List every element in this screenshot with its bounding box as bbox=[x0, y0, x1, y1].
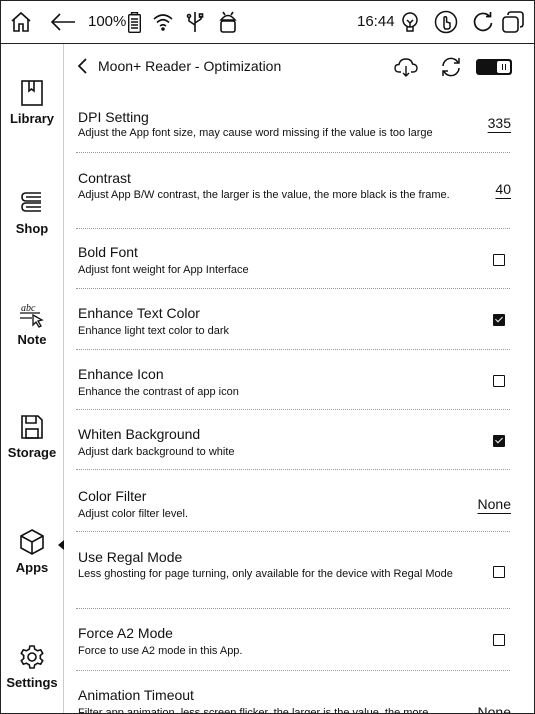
cloud-icon[interactable] bbox=[394, 55, 418, 79]
contrast-value[interactable]: 40 bbox=[495, 181, 511, 197]
setting-dpi[interactable]: DPI Setting Adjust the App font size, ma… bbox=[76, 90, 511, 153]
setting-description: Adjust App B/W contrast, the larger is t… bbox=[78, 189, 450, 201]
setting-regal-mode[interactable]: Use Regal Mode Less ghosting for page tu… bbox=[76, 532, 510, 609]
sidebar-item-storage[interactable]: Storage bbox=[0, 411, 64, 460]
setting-description: Enhance the contrast of app icon bbox=[78, 386, 239, 398]
setting-description: Adjust the App font size, may cause word… bbox=[78, 127, 433, 139]
sync-icon[interactable] bbox=[439, 55, 463, 79]
battery-percent: 100% bbox=[88, 13, 127, 30]
enhance-icon-checkbox[interactable] bbox=[493, 375, 505, 387]
setting-contrast[interactable]: Contrast Adjust App B/W contrast, the la… bbox=[76, 153, 511, 229]
page-header: Moon+ Reader - Optimization bbox=[64, 44, 535, 90]
touch-icon[interactable] bbox=[433, 9, 459, 35]
sidebar-item-shop[interactable]: Shop bbox=[0, 187, 64, 236]
wifi-icon bbox=[152, 12, 174, 32]
optimization-toggle[interactable] bbox=[476, 59, 512, 75]
note-icon: abc bbox=[16, 298, 48, 330]
battery-icon bbox=[127, 11, 141, 33]
active-indicator bbox=[58, 540, 64, 550]
animation-timeout-value[interactable]: None bbox=[478, 704, 511, 714]
whiten-background-checkbox[interactable] bbox=[493, 435, 505, 447]
setting-description: Enhance light text color to dark bbox=[78, 325, 230, 337]
force-a2-checkbox[interactable] bbox=[493, 634, 505, 646]
setting-title: Enhance Icon bbox=[78, 366, 164, 382]
apps-icon bbox=[16, 526, 48, 558]
android-icon bbox=[218, 10, 238, 34]
back-arrow-icon[interactable] bbox=[48, 9, 78, 35]
multitask-icon[interactable] bbox=[500, 9, 526, 35]
setting-title: Force A2 Mode bbox=[78, 625, 173, 641]
shop-icon bbox=[16, 187, 48, 219]
setting-title: Use Regal Mode bbox=[78, 549, 183, 565]
setting-title: Animation Timeout bbox=[78, 687, 194, 703]
home-icon[interactable] bbox=[8, 9, 34, 35]
setting-title: Bold Font bbox=[78, 244, 138, 260]
sidebar-item-label: Note bbox=[17, 332, 47, 347]
status-bar: 100% 16:44 bbox=[0, 0, 535, 44]
sidebar-item-label: Library bbox=[9, 111, 55, 126]
bulb-icon[interactable] bbox=[398, 9, 422, 35]
setting-description: Adjust color filter level. bbox=[78, 508, 189, 520]
sidebar-item-apps[interactable]: Apps bbox=[0, 526, 64, 575]
sidebar: Library Shop abc Note Storage Apps Setti… bbox=[0, 44, 64, 714]
bold-font-checkbox[interactable] bbox=[493, 254, 505, 266]
setting-description: Force to use A2 mode in this App. bbox=[78, 645, 243, 657]
usb-icon bbox=[185, 11, 205, 33]
dpi-value[interactable]: 335 bbox=[488, 115, 511, 131]
setting-enhance-icon[interactable]: Enhance Icon Enhance the contrast of app… bbox=[76, 350, 510, 410]
setting-enhance-text-color[interactable]: Enhance Text Color Enhance light text co… bbox=[76, 289, 510, 350]
clock: 16:44 bbox=[357, 13, 395, 30]
back-icon[interactable] bbox=[76, 57, 92, 77]
color-filter-value[interactable]: None bbox=[478, 496, 511, 512]
refresh-icon[interactable] bbox=[471, 10, 495, 34]
regal-mode-checkbox[interactable] bbox=[493, 566, 505, 578]
setting-title: Whiten Background bbox=[78, 426, 201, 442]
sidebar-item-settings[interactable]: Settings bbox=[0, 641, 64, 690]
sidebar-item-library[interactable]: Library bbox=[0, 77, 64, 126]
sidebar-item-label: Apps bbox=[15, 560, 49, 575]
page-title: Moon+ Reader - Optimization bbox=[98, 58, 282, 74]
sidebar-item-label: Settings bbox=[6, 675, 58, 690]
setting-color-filter[interactable]: Color Filter Adjust color filter level. … bbox=[76, 470, 511, 532]
setting-description: Adjust font weight for App Interface bbox=[78, 264, 249, 276]
setting-title: Color Filter bbox=[78, 488, 147, 504]
setting-title: DPI Setting bbox=[78, 109, 149, 125]
setting-title: Enhance Text Color bbox=[78, 305, 200, 321]
setting-animation-timeout[interactable]: Animation Timeout Filter app animation, … bbox=[76, 671, 511, 714]
setting-description: Filter app animation, less screen flicke… bbox=[78, 707, 429, 714]
setting-force-a2[interactable]: Force A2 Mode Force to use A2 mode in th… bbox=[76, 609, 510, 671]
setting-whiten-background[interactable]: Whiten Background Adjust dark background… bbox=[76, 410, 510, 470]
enhance-text-color-checkbox[interactable] bbox=[493, 314, 505, 326]
settings-icon bbox=[16, 641, 48, 673]
setting-description: Adjust dark background to white bbox=[78, 446, 235, 458]
sidebar-item-note[interactable]: abc Note bbox=[0, 298, 64, 347]
storage-icon bbox=[16, 411, 48, 443]
library-icon bbox=[16, 77, 48, 109]
setting-title: Contrast bbox=[78, 170, 131, 186]
setting-description: Less ghosting for page turning, only ava… bbox=[78, 568, 453, 580]
setting-bold-font[interactable]: Bold Font Adjust font weight for App Int… bbox=[76, 229, 510, 289]
sidebar-item-label: Shop bbox=[15, 221, 49, 236]
sidebar-item-label: Storage bbox=[7, 445, 57, 460]
